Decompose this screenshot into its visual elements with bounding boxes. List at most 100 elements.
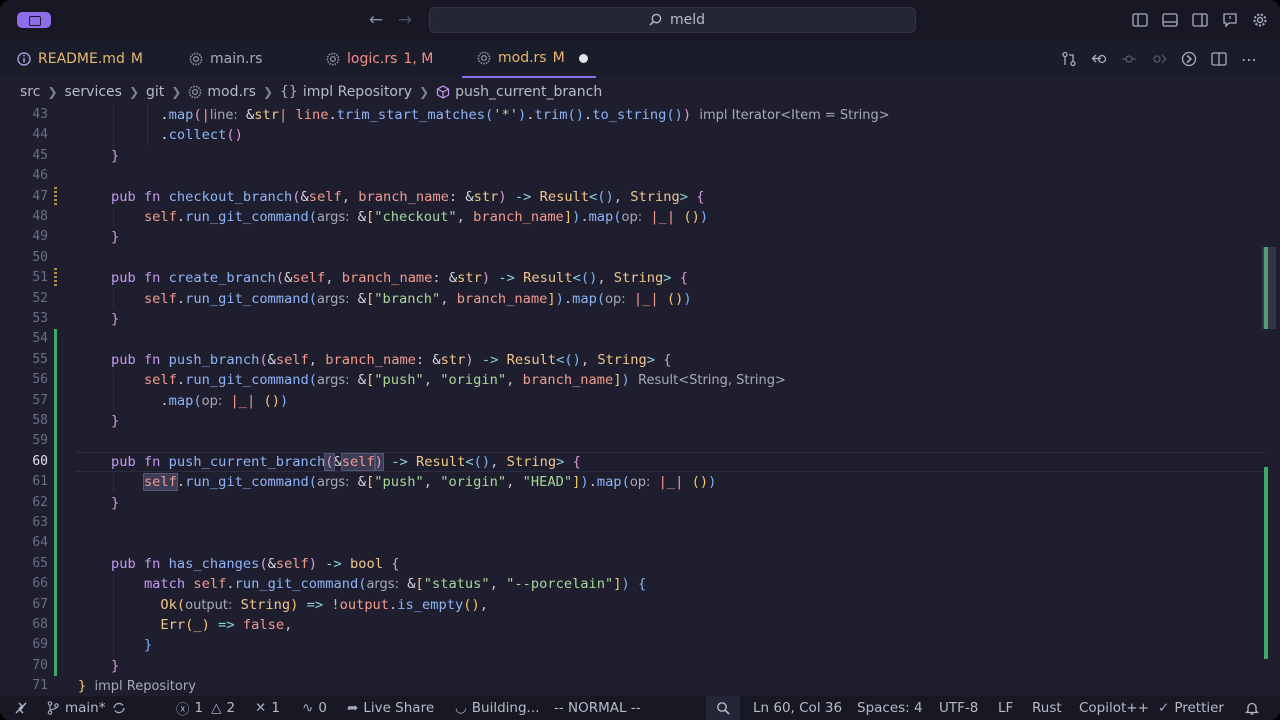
line-number: 63 (32, 515, 48, 530)
more-actions-icon[interactable]: ⋯ (1238, 49, 1260, 69)
search-icon (649, 13, 662, 26)
tab-bar: README.md M main.rs logic.rs 1, M mod.rs… (0, 40, 1280, 78)
code-line-57[interactable]: .map(op: |_| ()) (78, 391, 288, 411)
tab-mod-rs[interactable]: mod.rs M (462, 40, 596, 78)
command-center-search[interactable]: meld (429, 7, 916, 33)
open-changes-icon[interactable] (1058, 49, 1080, 69)
eol-status[interactable]: LF (998, 696, 1013, 720)
line-number: 51 (32, 270, 48, 286)
braces-icon: {} (280, 84, 298, 100)
rust-file-icon (189, 52, 203, 66)
line-number-current: 60 (32, 453, 48, 469)
code-line-48[interactable]: self.run_git_command(args: &["checkout",… (78, 207, 708, 227)
notifications-bell-icon[interactable] (1245, 696, 1259, 720)
code-line-45[interactable]: } (78, 146, 119, 166)
rust-file-icon (188, 85, 202, 99)
indentation-status[interactable]: Spaces: 4 (857, 696, 923, 720)
git-branch-status[interactable]: main* (46, 696, 126, 720)
git-added-marker[interactable] (54, 329, 57, 677)
line-number: 44 (32, 127, 48, 143)
line-number: 69 (32, 637, 48, 653)
code-line-68[interactable]: Err(_) => false, (78, 615, 292, 635)
status-bar: main* ⓧ 1 △ 2 ✕ 1 ∿ 0 ➦ Live Share ◡ Bui… (0, 696, 1280, 720)
breadcrumb-item[interactable]: push_current_branch (455, 84, 602, 100)
error-icon: ⓧ (176, 702, 190, 718)
live-share-icon: ➦ (347, 700, 359, 716)
code-line-69[interactable]: } (78, 635, 152, 655)
code-line-65[interactable]: pub fn has_changes(&self) -> bool { (78, 554, 400, 574)
chevron-right-icon: ❯ (262, 85, 274, 99)
breadcrumb-item[interactable]: impl Repository (303, 84, 412, 100)
tools-status[interactable]: ✕ 1 (255, 696, 280, 720)
tab-main-rs[interactable]: main.rs (189, 40, 268, 78)
code-line-55[interactable]: pub fn push_branch(&self, branch_name: &… (78, 350, 672, 370)
overview-ruler-added (1264, 467, 1268, 659)
zoom-search-icon[interactable] (706, 696, 740, 720)
code-line-58[interactable]: } (78, 411, 119, 431)
code-line-51[interactable]: pub fn create_branch(&self, branch_name:… (78, 268, 688, 288)
copilot-status[interactable]: Copilot++ (1079, 696, 1149, 720)
code-line-71[interactable]: } impl Repository (78, 676, 196, 696)
breadcrumb-item[interactable]: git (146, 84, 164, 100)
inlay-hint: Result<String, String> (638, 373, 786, 389)
live-share-button[interactable]: ➦ Live Share (347, 696, 434, 720)
line-number: 55 (32, 351, 48, 367)
breadcrumb-item[interactable]: src (20, 84, 40, 100)
code-editor[interactable]: 43 44 45 46 47 48 49 50 51 52 53 54 55 5… (0, 105, 1280, 696)
back-arrow-icon[interactable]: ← (365, 9, 387, 31)
code-line-56[interactable]: self.run_git_command(args: &["push", "or… (78, 370, 786, 390)
code-line-61[interactable]: self.run_git_command(args: &["push", "or… (78, 472, 716, 492)
code-line-47[interactable]: pub fn checkout_branch(&self, branch_nam… (78, 187, 705, 207)
revert-changes-icon[interactable] (1088, 49, 1110, 69)
vim-mode-status: -- NORMAL -- (554, 700, 641, 716)
code-line-70[interactable]: } (78, 656, 119, 676)
code-line-66[interactable]: match self.run_git_command(args: &["stat… (78, 574, 646, 594)
toggle-primary-sidebar-icon[interactable] (1128, 9, 1152, 31)
code-line-67[interactable]: Ok(output: String) => !output.is_empty()… (78, 595, 488, 615)
inlay-hint: impl Iterator<Item = String> (699, 108, 890, 123)
tab-label: mod.rs (498, 50, 547, 66)
code-line-52[interactable]: self.run_git_command(args: &["branch", b… (78, 289, 692, 309)
code-line-43[interactable]: .map(|line: &str| line.trim_start_matche… (78, 105, 890, 125)
split-editor-icon[interactable] (1208, 49, 1230, 69)
ports-status[interactable]: ∿ 0 (302, 696, 327, 720)
prettier-status[interactable]: ✓ Prettier (1158, 696, 1224, 720)
toggle-panel-icon[interactable] (1158, 9, 1182, 31)
line-number: 43 (32, 107, 48, 122)
code-line-53[interactable]: } (78, 309, 119, 329)
git-modified-marker[interactable] (54, 186, 57, 207)
scrollbar-thumb[interactable] (1262, 247, 1276, 329)
toggle-secondary-sidebar-icon[interactable] (1188, 9, 1212, 31)
method-cube-icon (437, 85, 450, 99)
tab-readme[interactable]: README.md M (17, 40, 143, 78)
problems-status[interactable]: ⓧ 1 △ 2 (176, 696, 235, 720)
feedback-icon[interactable] (1218, 9, 1242, 31)
encoding-status[interactable]: UTF-8 (939, 696, 978, 720)
previous-change-icon[interactable] (1118, 49, 1140, 69)
build-status[interactable]: ◡ Building... (455, 696, 539, 720)
breadcrumb-item[interactable]: mod.rs (207, 84, 256, 100)
code-line-60[interactable]: pub fn push_current_branch(&self) -> Res… (78, 452, 581, 472)
tab-logic-rs[interactable]: logic.rs 1, M (326, 40, 433, 78)
copilot-icon[interactable] (1178, 49, 1200, 69)
settings-gear-icon[interactable] (1248, 9, 1272, 31)
line-number: 50 (32, 249, 48, 265)
command-center-text: meld (670, 12, 706, 28)
app-menu-icon[interactable] (17, 12, 51, 28)
code-line-49[interactable]: } (78, 227, 119, 247)
unsaved-dot-icon[interactable] (578, 53, 588, 63)
forward-arrow-icon[interactable]: → (394, 9, 416, 31)
breadcrumb: src ❯ services ❯ git ❯ mod.rs ❯ {} impl … (20, 80, 602, 104)
remote-indicator-icon[interactable] (14, 696, 28, 720)
line-number: 57 (32, 392, 48, 408)
breadcrumb-item[interactable]: services (65, 84, 122, 100)
code-line-62[interactable]: } (78, 493, 119, 513)
git-modified-marker[interactable] (54, 268, 57, 289)
language-mode[interactable]: Rust (1032, 696, 1062, 720)
next-change-icon[interactable] (1148, 49, 1170, 69)
tab-label: README.md (38, 51, 125, 67)
line-number-gutter: 43 44 45 46 47 48 49 50 51 52 53 54 55 5… (0, 105, 76, 696)
info-icon (17, 52, 31, 66)
code-line-44[interactable]: .collect() (78, 125, 242, 145)
cursor-position[interactable]: Ln 60, Col 36 (753, 696, 842, 720)
